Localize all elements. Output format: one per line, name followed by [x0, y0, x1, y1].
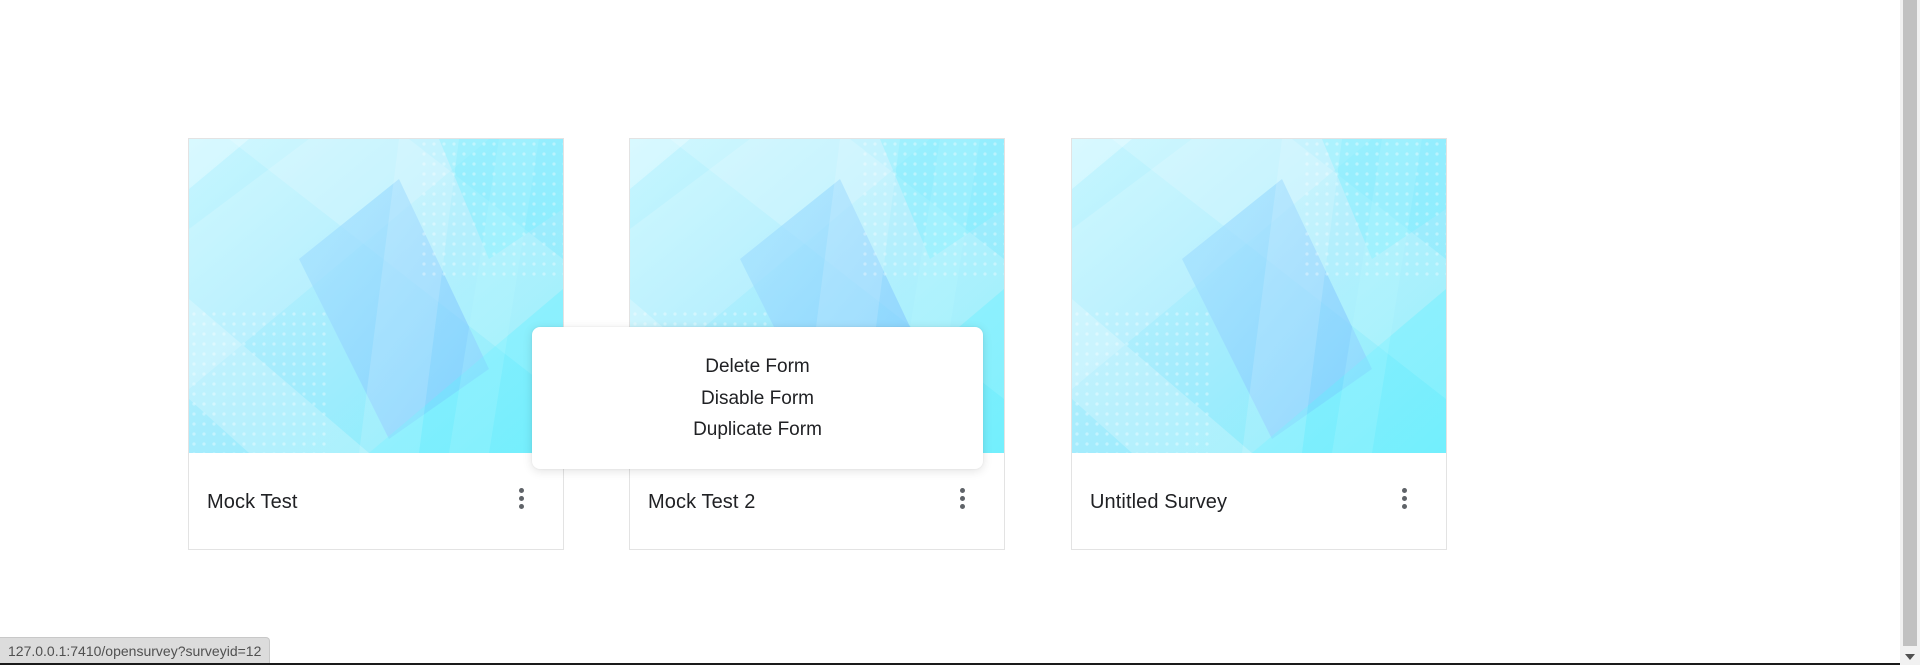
vertical-scrollbar[interactable]: [1900, 0, 1920, 665]
scrollbar-thumb[interactable]: [1903, 0, 1917, 646]
form-thumbnail[interactable]: [189, 139, 563, 453]
more-vert-icon[interactable]: [950, 485, 974, 513]
form-context-menu: Delete Form Disable Form Duplicate Form: [532, 327, 983, 469]
form-thumbnail[interactable]: [1072, 139, 1446, 453]
disable-form-menu-item[interactable]: Disable Form: [532, 383, 983, 415]
more-vert-icon[interactable]: [1392, 485, 1416, 513]
more-vert-icon[interactable]: [509, 485, 533, 513]
card-title[interactable]: Untitled Survey: [1090, 491, 1227, 514]
form-card-untitled-survey[interactable]: Untitled Survey: [1071, 138, 1447, 550]
card-footer: Mock Test: [189, 453, 563, 549]
card-title[interactable]: Mock Test: [207, 491, 298, 514]
card-title[interactable]: Mock Test 2: [648, 491, 755, 514]
scroll-down-arrow-icon[interactable]: [1905, 654, 1915, 660]
delete-form-menu-item[interactable]: Delete Form: [532, 351, 983, 383]
form-card-mock-test[interactable]: Mock Test: [188, 138, 564, 550]
duplicate-form-menu-item[interactable]: Duplicate Form: [532, 414, 983, 446]
card-footer: Untitled Survey: [1072, 453, 1446, 549]
page-viewport: Mock Test Mock Test 2 Untitled Survey De…: [0, 0, 1900, 665]
link-status-bar: 127.0.0.1:7410/opensurvey?surveyid=12: [0, 637, 271, 665]
